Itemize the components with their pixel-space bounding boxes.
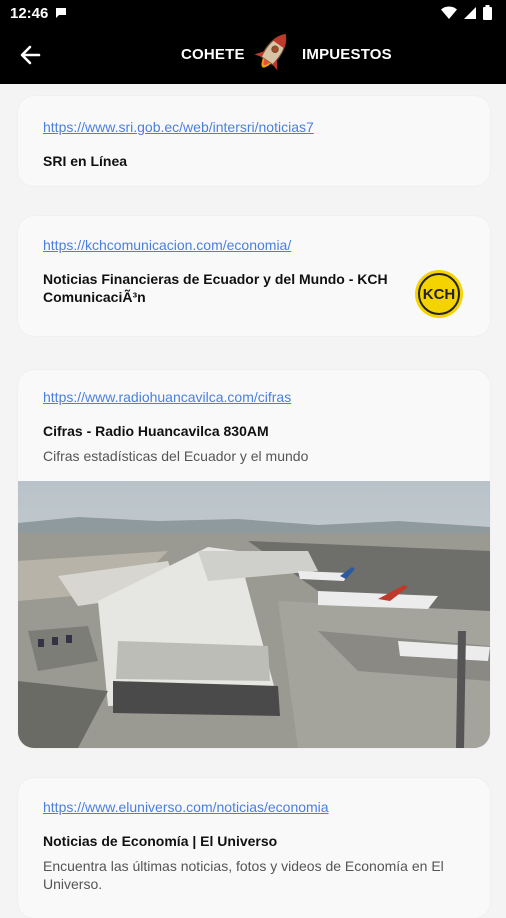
wifi-icon [441,6,457,25]
arrow-left-icon [20,45,41,65]
battery-icon [483,5,492,25]
kch-logo: KCH [414,269,464,319]
airport-photo [18,481,490,748]
card-description: Encuentra las últimas noticias, fotos y … [43,858,444,892]
card-title: Noticias Financieras de Ecuador y del Mu… [43,271,388,305]
card-description: Cifras estadísticas del Ecuador y el mun… [43,448,309,464]
svg-text:KCH: KCH [423,286,456,303]
card-title: SRI en Línea [43,153,128,169]
app-title-right: IMPUESTOS [302,46,392,63]
rocket-icon [254,33,287,71]
app-title-left: COHETE [181,46,245,63]
news-card[interactable]: https://www.sri.gob.ec/web/intersri/noti… [18,96,490,186]
news-card[interactable]: https://kchcomunicacion.com/economia/ No… [18,216,490,336]
status-time: 12:46 [10,5,49,22]
card-title: Cifras - Radio Huancavilca 830AM [43,423,269,439]
back-button[interactable] [14,39,46,71]
message-icon [54,6,68,25]
card-link[interactable]: https://www.radiohuancavilca.com/cifras [43,389,291,405]
card-link[interactable]: https://www.sri.gob.ec/web/intersri/noti… [43,119,314,135]
app-bar: COHETE IMPUESTOS [0,26,506,84]
status-bar: 12:46 [0,0,506,26]
card-title: Noticias de Economía | El Universo [43,833,278,849]
news-card[interactable]: https://www.eluniverso.com/noticias/econ… [18,778,490,918]
card-link[interactable]: https://www.eluniverso.com/noticias/econ… [43,799,329,815]
news-card[interactable]: https://www.radiohuancavilca.com/cifras … [18,370,490,748]
signal-icon [463,6,477,25]
card-link[interactable]: https://kchcomunicacion.com/economia/ [43,237,291,253]
